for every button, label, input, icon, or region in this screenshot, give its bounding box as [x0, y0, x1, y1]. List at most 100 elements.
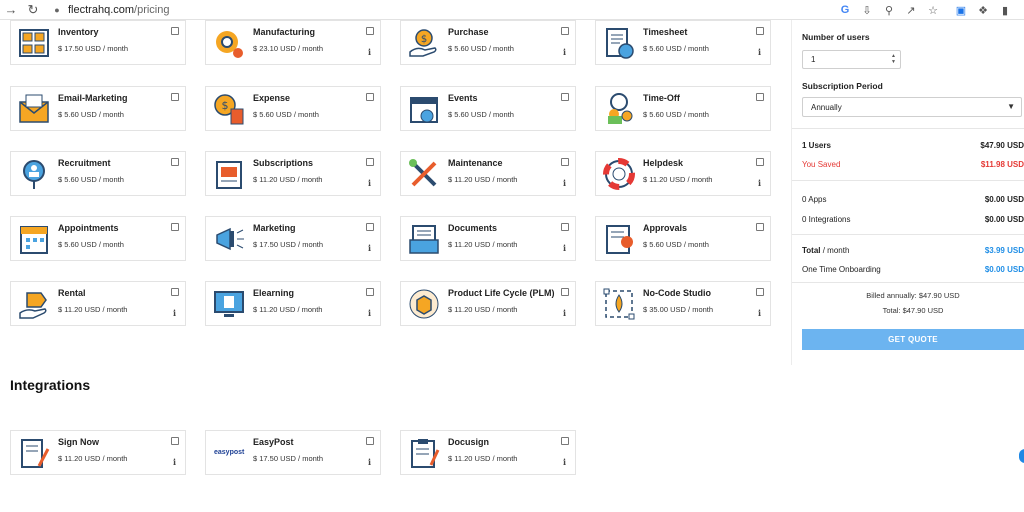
card-title: EasyPost — [253, 437, 294, 447]
info-icon[interactable]: i — [368, 308, 371, 318]
select-checkbox[interactable] — [366, 27, 374, 35]
modules-card-inventory[interactable]: Inventory $ 17.50 USD / month — [10, 20, 186, 65]
browser-toolbar: → ↻ ● flectrahq.com/pricing G ⇩ ⚲ ↗ ☆ ▣ … — [0, 0, 1024, 20]
download-icon[interactable]: ⇩ — [858, 0, 876, 20]
info-icon[interactable]: i — [563, 47, 566, 57]
site-info-icon[interactable]: ● — [50, 5, 64, 15]
side-panel-icon[interactable]: ▮ — [996, 0, 1014, 20]
select-checkbox[interactable] — [171, 158, 179, 166]
elearning-icon — [212, 287, 246, 321]
info-icon[interactable]: i — [758, 47, 761, 57]
select-checkbox[interactable] — [171, 288, 179, 296]
info-icon[interactable]: i — [563, 243, 566, 253]
modules-card-helpdesk[interactable]: Helpdesk $ 11.20 USD / month i — [595, 151, 771, 196]
modules-card-elearning[interactable]: Elearning $ 11.20 USD / month i — [205, 281, 381, 326]
modules-card-expense[interactable]: $ Expense $ 5.60 USD / month — [205, 86, 381, 131]
integrations-card-easypost[interactable]: easypost EasyPost $ 17.50 USD / month i — [205, 430, 381, 475]
card-title: Rental — [58, 288, 86, 298]
select-checkbox[interactable] — [756, 158, 764, 166]
select-checkbox[interactable] — [561, 223, 569, 231]
select-checkbox[interactable] — [171, 93, 179, 101]
modules-card-time-off[interactable]: Time-Off $ 5.60 USD / month — [595, 86, 771, 131]
extension-app-icon[interactable]: ▣ — [952, 0, 970, 20]
stepper-icon[interactable]: ▲ ▼ — [891, 53, 896, 65]
card-title: Approvals — [643, 223, 688, 233]
modules-card-approvals[interactable]: Approvals $ 5.60 USD / month — [595, 216, 771, 261]
integrations-card-sign-now[interactable]: Sign Now $ 11.20 USD / month i — [10, 430, 186, 475]
select-checkbox[interactable] — [171, 27, 179, 35]
select-checkbox[interactable] — [561, 27, 569, 35]
select-checkbox[interactable] — [756, 288, 764, 296]
select-checkbox[interactable] — [756, 93, 764, 101]
select-checkbox[interactable] — [171, 437, 179, 445]
easypost-logo-icon: easypost — [212, 436, 246, 470]
modules-card-marketing[interactable]: Marketing $ 17.50 USD / month i — [205, 216, 381, 261]
saved-label: You Saved — [802, 160, 841, 169]
billed-annually-text: Billed annually: $47.90 USD — [866, 291, 960, 300]
integrations-cost-value: $0.00 USD — [984, 215, 1024, 224]
share-icon[interactable]: ↗ — [902, 0, 920, 20]
select-checkbox[interactable] — [171, 223, 179, 231]
modules-card-rental[interactable]: Rental $ 11.20 USD / month i — [10, 281, 186, 326]
url-host: flectrahq.com — [68, 3, 135, 16]
select-checkbox[interactable] — [561, 158, 569, 166]
subscription-period-select[interactable]: Annually ▼ — [802, 97, 1022, 117]
modules-card-appointments[interactable]: Appointments $ 5.60 USD / month — [10, 216, 186, 261]
card-price: $ 11.20 USD / month — [253, 305, 323, 314]
info-icon[interactable]: i — [173, 457, 176, 467]
modules-card-recruitment[interactable]: Recruitment $ 5.60 USD / month — [10, 151, 186, 196]
info-icon[interactable]: i — [368, 243, 371, 253]
card-price: $ 5.60 USD / month — [58, 110, 124, 119]
modules-card-events[interactable]: Events $ 5.60 USD / month — [400, 86, 576, 131]
card-title: Inventory — [58, 27, 99, 37]
modules-card-product-life-cycle-plm[interactable]: Product Life Cycle (PLM) $ 11.20 USD / mo… — [400, 281, 576, 326]
select-checkbox[interactable] — [756, 27, 764, 35]
card-price: $ 17.50 USD / month — [58, 44, 129, 53]
bookmark-star-icon[interactable]: ☆ — [924, 0, 942, 20]
modules-card-documents[interactable]: Documents $ 11.20 USD / month i — [400, 216, 576, 261]
info-icon[interactable]: i — [368, 457, 371, 467]
select-checkbox[interactable] — [561, 437, 569, 445]
select-checkbox[interactable] — [366, 158, 374, 166]
info-icon[interactable]: i — [563, 457, 566, 467]
modules-card-no-code-studio[interactable]: No-Code Studio $ 35.00 USD / month i — [595, 281, 771, 326]
card-title: Purchase — [448, 27, 489, 37]
select-checkbox[interactable] — [561, 93, 569, 101]
select-checkbox[interactable] — [366, 288, 374, 296]
select-checkbox[interactable] — [366, 437, 374, 445]
modules-card-purchase[interactable]: $ Purchase $ 5.60 USD / month i — [400, 20, 576, 65]
modules-card-maintenance[interactable]: Maintenance $ 11.20 USD / month i — [400, 151, 576, 196]
select-checkbox[interactable] — [561, 288, 569, 296]
modules-card-subscriptions[interactable]: Subscriptions $ 11.20 USD / month i — [205, 151, 381, 196]
info-icon[interactable]: i — [563, 178, 566, 188]
modules-card-email-marketing[interactable]: Email-Marketing $ 5.60 USD / month — [10, 86, 186, 131]
back-arrow-icon[interactable]: → — [0, 0, 22, 20]
google-icon[interactable]: G — [836, 0, 854, 20]
email-marketing-icon — [17, 92, 51, 126]
reload-icon[interactable]: ↻ — [22, 0, 44, 20]
info-icon[interactable]: i — [758, 308, 761, 318]
total-summary-text: Total: $47.90 USD — [882, 306, 944, 315]
address-bar[interactable]: ● flectrahq.com/pricing — [50, 0, 830, 19]
info-icon[interactable]: i — [758, 178, 761, 188]
svg-text:$: $ — [222, 99, 229, 112]
select-checkbox[interactable] — [756, 223, 764, 231]
info-icon[interactable]: i — [563, 308, 566, 318]
info-icon[interactable]: i — [368, 178, 371, 188]
zoom-icon[interactable]: ⚲ — [880, 0, 898, 20]
modules-card-timesheet[interactable]: Timesheet $ 5.60 USD / month i — [595, 20, 771, 65]
select-checkbox[interactable] — [366, 223, 374, 231]
total-label: Total / month — [802, 246, 849, 255]
get-quote-button[interactable]: GET QUOTE — [802, 329, 1024, 350]
logo-text: easypost — [214, 449, 245, 456]
integrations-card-docusign[interactable]: Docusign $ 11.20 USD / month i — [400, 430, 576, 475]
info-icon[interactable]: i — [368, 47, 371, 57]
info-icon[interactable]: i — [173, 308, 176, 318]
users-number-input[interactable]: 1 ▲ ▼ — [802, 50, 901, 69]
chat-widget-icon[interactable] — [1019, 449, 1024, 463]
extensions-puzzle-icon[interactable]: ❖ — [974, 0, 992, 20]
appointments-icon — [17, 222, 51, 256]
period-label: Subscription Period — [802, 81, 883, 91]
modules-card-manufacturing[interactable]: Manufacturing $ 23.10 USD / month i — [205, 20, 381, 65]
select-checkbox[interactable] — [366, 93, 374, 101]
